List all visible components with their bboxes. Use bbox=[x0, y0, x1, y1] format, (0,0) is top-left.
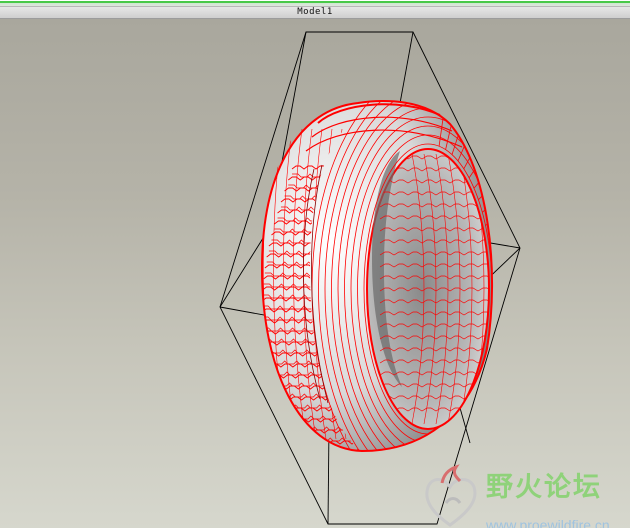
tread-wire bbox=[463, 110, 493, 169]
watermark: 野火论坛 www.proewildfire.cn bbox=[420, 459, 625, 528]
tread-wire bbox=[489, 236, 493, 255]
tire-model[interactable] bbox=[260, 72, 548, 506]
tread-wire bbox=[485, 194, 493, 226]
model-viewport[interactable]: 野火论坛 www.proewildfire.cn bbox=[0, 19, 630, 528]
tread-wire bbox=[472, 393, 493, 444]
window-title: Model1 bbox=[297, 7, 333, 17]
tread-wire bbox=[482, 174, 493, 213]
flame-heart-logo-icon bbox=[425, 464, 477, 527]
viewport-title-bar[interactable]: Model1 bbox=[0, 6, 630, 19]
tread-wire bbox=[473, 139, 493, 189]
model-canvas[interactable] bbox=[0, 19, 630, 528]
tread-wire bbox=[467, 403, 493, 451]
tread-wire bbox=[489, 328, 493, 349]
tread-wire bbox=[476, 381, 493, 428]
tread-wire bbox=[484, 356, 493, 391]
tread-wire bbox=[480, 369, 493, 410]
watermark-site-name: 野火论坛 bbox=[486, 472, 602, 503]
tread-wire bbox=[468, 124, 493, 179]
tread-wire bbox=[491, 281, 493, 285]
watermark-url: www.proewildfire.cn bbox=[486, 517, 610, 528]
tread-wire bbox=[487, 342, 493, 370]
tread-wire bbox=[491, 298, 493, 305]
